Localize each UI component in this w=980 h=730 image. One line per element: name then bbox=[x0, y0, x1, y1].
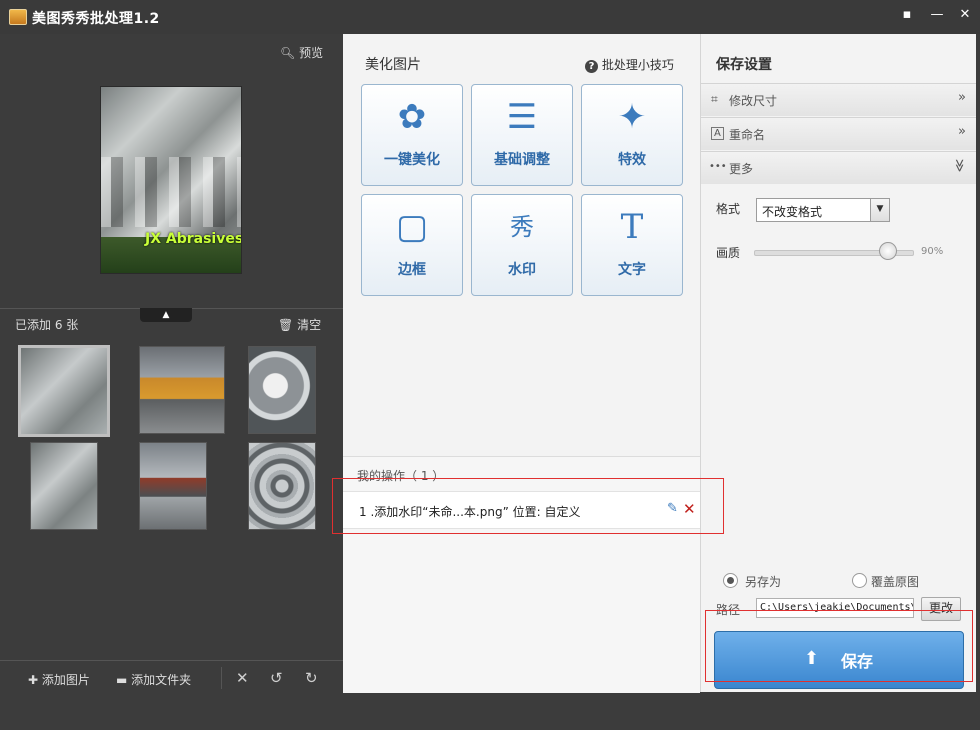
text-icon: T bbox=[620, 207, 644, 247]
rotate-right-icon[interactable]: ↻ bbox=[305, 669, 318, 687]
add-folder-label: 添加文件夹 bbox=[131, 673, 192, 687]
clear-label: 清空 bbox=[297, 318, 322, 332]
preview-metal-texture bbox=[101, 157, 241, 227]
section-rename[interactable]: A 重命名 » bbox=[701, 117, 976, 150]
tips-label: 批处理小技巧 bbox=[601, 58, 674, 72]
frame-icon: ▢ bbox=[395, 207, 429, 247]
section-more[interactable]: ••• 更多 ≫ bbox=[701, 151, 976, 184]
tips-link[interactable]: ? 批处理小技巧 bbox=[585, 56, 674, 73]
watermark-icon: 秀 bbox=[510, 213, 534, 241]
minimize-button[interactable]: — bbox=[928, 6, 946, 24]
thumbnail-1[interactable] bbox=[18, 345, 110, 437]
tool-label: 基础调整 bbox=[494, 152, 550, 168]
rename-icon: A bbox=[711, 127, 724, 140]
plus-icon: ✚ bbox=[28, 673, 39, 687]
image-list-panel: 🔍︎ 预览 JX Abrasives ▲ 已添加 6 张 🗑︎ 清空 ✚ 添加图… bbox=[0, 34, 343, 694]
tool-border[interactable]: ▢ 边框 bbox=[361, 194, 463, 296]
tool-watermark[interactable]: 秀 水印 bbox=[471, 194, 573, 296]
save-settings-title: 保存设置 bbox=[716, 57, 772, 73]
close-button[interactable]: ✕ bbox=[956, 6, 974, 24]
toolbar-divider bbox=[221, 667, 222, 689]
overwrite-label: 覆盖原图 bbox=[871, 575, 920, 589]
preview-button[interactable]: 🔍︎ 预览 bbox=[280, 44, 323, 61]
app-icon bbox=[9, 9, 27, 25]
title-bar: 美图秀秀批处理1.2 ▪ — ✕ bbox=[0, 0, 980, 34]
chevron-right-icon: » bbox=[958, 90, 966, 105]
more-icon: ••• bbox=[709, 161, 727, 172]
sliders-icon: ☰ bbox=[506, 97, 538, 137]
clear-button[interactable]: 🗑︎ 清空 bbox=[278, 316, 321, 333]
tool-label: 文字 bbox=[618, 262, 646, 278]
collapse-handle[interactable]: ▲ bbox=[140, 308, 192, 322]
format-value: 不改变格式 bbox=[762, 205, 823, 219]
window-title: 美图秀秀批处理1.2 bbox=[32, 11, 160, 27]
tool-label: 特效 bbox=[618, 152, 646, 168]
save-as-label: 另存为 bbox=[745, 575, 782, 589]
highlight-box bbox=[705, 610, 973, 682]
quality-label: 画质 bbox=[716, 246, 741, 260]
dropdown-arrow-icon[interactable]: ▼ bbox=[870, 199, 889, 221]
rotate-left-icon[interactable]: ↺ bbox=[270, 669, 283, 687]
tool-effects[interactable]: ✦ 特效 bbox=[581, 84, 683, 186]
thumbnail-2[interactable] bbox=[139, 346, 225, 434]
preview-image: JX Abrasives bbox=[100, 86, 242, 274]
tool-label: 一键美化 bbox=[384, 152, 440, 168]
section-label: 更多 bbox=[729, 162, 754, 176]
add-image-label: 添加图片 bbox=[41, 673, 90, 687]
format-label: 格式 bbox=[716, 202, 741, 216]
beautify-panel: 美化图片 ? 批处理小技巧 ✿ 一键美化 ☰ 基础调整 ✦ 特效 ▢ 边框 秀 … bbox=[343, 34, 701, 693]
tool-label: 水印 bbox=[508, 262, 536, 278]
tool-text[interactable]: T 文字 bbox=[581, 194, 683, 296]
section-resize[interactable]: ⌗ 修改尺寸 » bbox=[701, 83, 976, 116]
tool-auto-beautify[interactable]: ✿ 一键美化 bbox=[361, 84, 463, 186]
added-count: 已添加 6 张 bbox=[15, 318, 79, 332]
trash-icon: 🗑︎ bbox=[278, 318, 294, 332]
section-label: 重命名 bbox=[729, 128, 766, 142]
magic-wand-icon: ✦ bbox=[617, 97, 647, 137]
add-image-button[interactable]: ✚ 添加图片 bbox=[28, 671, 90, 688]
save-as-radio[interactable] bbox=[723, 573, 738, 588]
thumbnail-3[interactable] bbox=[248, 346, 316, 434]
remove-icon[interactable]: ✕ bbox=[236, 669, 249, 687]
tool-basic-adjust[interactable]: ☰ 基础调整 bbox=[471, 84, 573, 186]
overwrite-radio[interactable] bbox=[852, 573, 867, 588]
crop-icon: ⌗ bbox=[711, 92, 718, 106]
watermark-text: JX Abrasives bbox=[145, 231, 242, 247]
quality-value: 90% bbox=[921, 246, 944, 257]
thumbnail-6[interactable] bbox=[248, 442, 316, 530]
beautify-title: 美化图片 bbox=[365, 57, 421, 73]
magnifier-icon: 🔍︎ bbox=[280, 46, 296, 60]
left-toolbar: ✚ 添加图片 ▬ 添加文件夹 ✕ ↺ ↻ bbox=[0, 660, 343, 695]
chevron-down-icon: ≫ bbox=[951, 158, 967, 173]
folder-icon: ▬ bbox=[116, 673, 128, 687]
highlight-box bbox=[332, 478, 724, 534]
feedback-icon[interactable]: ▪ bbox=[898, 6, 916, 24]
thumbnail-5[interactable] bbox=[139, 442, 207, 530]
preview-label: 预览 bbox=[299, 46, 324, 60]
quality-slider-thumb[interactable] bbox=[879, 242, 897, 260]
flower-icon: ✿ bbox=[397, 97, 427, 137]
thumbnail-4[interactable] bbox=[30, 442, 98, 530]
tool-label: 边框 bbox=[398, 262, 426, 278]
format-select[interactable]: 不改变格式 ▼ bbox=[756, 198, 890, 222]
chevron-right-icon: » bbox=[958, 124, 966, 139]
add-folder-button[interactable]: ▬ 添加文件夹 bbox=[116, 671, 191, 688]
section-label: 修改尺寸 bbox=[729, 94, 778, 108]
save-settings-panel: 保存设置 ⌗ 修改尺寸 » A 重命名 » ••• 更多 ≫ 格式 不改变格式 … bbox=[701, 34, 976, 692]
help-icon: ? bbox=[585, 60, 598, 73]
